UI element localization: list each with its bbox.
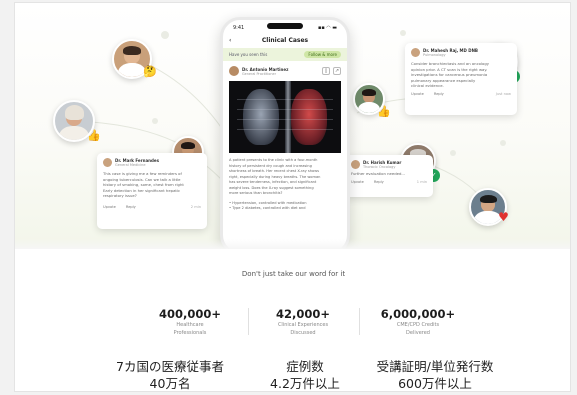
phone-banner: Have you seen this Follow & more: [223, 48, 347, 61]
divider: [248, 308, 249, 335]
phone-notch: [267, 23, 303, 29]
follow-pill[interactable]: Follow & more: [304, 51, 341, 58]
jp-caption-professionals: 7カ国の医療従事者 40万名: [116, 359, 224, 391]
upvote-button[interactable]: Upvote: [411, 92, 424, 96]
reply-button[interactable]: Reply: [434, 92, 444, 96]
chevron-left-icon[interactable]: ‹: [229, 37, 239, 44]
reply-button[interactable]: Reply: [126, 205, 136, 209]
comment-text: Consider bronchiectasis and an oncology …: [411, 61, 490, 88]
commenter-role: Thoracic Oncology: [363, 165, 396, 169]
thumbs-up-icon: 👍: [87, 129, 101, 142]
comment-card-left: Dr. Mark Fernandes General Medicine This…: [97, 153, 207, 229]
tagline: Don't just take our word for it: [241, 270, 346, 278]
comment-card-right-mid: Dr. Harish Kumar Thoracic Oncology Furth…: [345, 155, 433, 197]
comment-time: 2 min: [190, 204, 201, 209]
author-avatar: [229, 66, 239, 76]
screenshot-frame: 🤔 👍 ✓ ✓ 👍 ✓: [14, 2, 571, 392]
commenter-role: Pulmonology: [423, 53, 446, 57]
hero-illustration: 🤔 👍 ✓ ✓ 👍 ✓: [15, 3, 570, 249]
phone-mockup: 9:41 ▪▪ ◠ ▬ ‹ Clinical Cases Have you se…: [220, 17, 350, 249]
jp-caption-credits: 受講証明/単位発行数 600万件以上: [376, 359, 494, 391]
commenter-avatar: [103, 158, 112, 167]
stat-cme-credits: 6,000,000+ CME/CPD Credits Delivered: [380, 307, 456, 336]
heart-icon: ♥: [498, 210, 509, 224]
thinking-emoji-icon: 🤔: [143, 65, 157, 78]
comment-text: This case is giving me a few reminders o…: [103, 171, 184, 198]
upvote-button[interactable]: Upvote: [103, 205, 116, 209]
jp-caption-cases: 症例数 4.2万件以上: [270, 359, 340, 391]
upvote-button[interactable]: Upvote: [351, 180, 364, 184]
comment-time: Just now: [495, 91, 511, 96]
divider: [359, 308, 360, 335]
stat-professionals: 400,000+ Healthcare Professionals: [158, 307, 221, 336]
phone-header: ‹ Clinical Cases: [223, 31, 347, 48]
case-author: Dr. Antonio Martinez General Practitione…: [223, 61, 347, 81]
comment-card-right-top: Dr. Mahesh Raj, MD DNB Pulmonology Consi…: [405, 43, 517, 115]
bookmark-icon[interactable]: ▯: [322, 67, 330, 75]
commenter-role: General Medicine: [115, 163, 146, 167]
comment-text: Further evaluation needed...: [351, 171, 405, 176]
thumbs-up-icon: 👍: [377, 105, 391, 118]
stat-clinical-experiences: 42,000+ Clinical Experiences Discussed: [275, 307, 330, 336]
commenter-avatar: [351, 160, 360, 169]
commenter-avatar: [411, 48, 420, 57]
reply-button[interactable]: Reply: [374, 180, 384, 184]
case-description: A patient presents to the clinic with a …: [229, 158, 321, 210]
comment-time: 1 min: [416, 179, 427, 184]
phone-title: Clinical Cases: [261, 37, 309, 44]
share-icon[interactable]: ↗: [333, 67, 341, 75]
chest-xray-image: [229, 81, 341, 153]
